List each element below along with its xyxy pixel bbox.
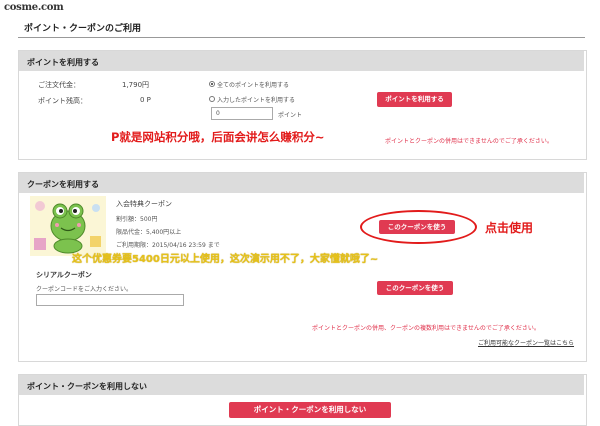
header-divider <box>18 37 585 38</box>
serial-coupon-title: シリアルクーポン <box>36 271 92 279</box>
no-use-button[interactable]: ポイント・クーポンを利用しない <box>229 402 391 418</box>
use-serial-coupon-button[interactable]: このクーポンを使う <box>377 281 453 295</box>
frog-mascot-icon <box>30 196 106 256</box>
use-points-button[interactable]: ポイントを利用する <box>377 92 452 107</box>
coupon-discount: 割引額：500円 <box>116 216 158 223</box>
serial-coupon-prompt: クーポンコードをご入力ください。 <box>36 286 133 293</box>
points-section-title: ポイントを利用する <box>27 58 99 67</box>
annotation-click-to-use: 点击使用 <box>485 221 534 235</box>
points-combination-note: ポイントとクーポンの併用はできませんのでご了承ください。 <box>385 138 553 145</box>
points-input-value: 0 <box>216 110 220 117</box>
coupon-expiry: ご利用期限：2015/04/16 23:59 まで <box>116 242 220 249</box>
serial-coupon-input[interactable] <box>36 294 184 306</box>
no-use-section-title: ポイント・クーポンを利用しない <box>27 382 147 391</box>
coupon-min-amount: 限品代金：5,400円以上 <box>116 229 182 236</box>
annotation-points-note: P就是网站积分哦，后面会讲怎么赚积分~ <box>111 130 325 144</box>
points-section-header: ポイントを利用する <box>19 51 584 71</box>
coupon-section-title: クーポンを利用する <box>27 180 99 189</box>
points-input[interactable]: 0 <box>211 107 273 120</box>
coupon-name: 入会特典クーポン <box>116 200 172 208</box>
available-coupons-link[interactable]: ご利用可能なクーポン一覧はこちら <box>478 338 574 347</box>
coupon-section-header: クーポンを利用する <box>19 173 584 193</box>
option-use-input-label: 入力したポイントを利用する <box>217 97 296 104</box>
no-use-section-header: ポイント・クーポンを利用しない <box>19 375 584 395</box>
order-amount-value: 1,790円 <box>122 81 150 89</box>
point-balance-value: 0 P <box>140 96 151 104</box>
points-unit: ポイント <box>278 112 303 119</box>
page-title: ポイント・クーポンのご利用 <box>24 24 142 34</box>
coupon-image <box>30 196 106 256</box>
order-amount-label: ご注文代金： <box>38 81 80 89</box>
annotation-coupon-note: 这个优惠券要5400日元以上使用，这次演示用不了，大家懂就哦了~ <box>72 254 379 265</box>
option-use-all-label: 全てのポイントを利用する <box>217 82 290 89</box>
site-logo[interactable]: cosme.com <box>4 2 64 13</box>
coupon-combination-note: ポイントとクーポンの併用、クーポンの複数利用はできませんのでご了承ください。 <box>312 325 540 332</box>
radio-use-input-points[interactable] <box>209 96 215 102</box>
use-coupon-button[interactable]: このクーポンを使う <box>379 220 455 234</box>
radio-use-all-points[interactable] <box>209 81 215 87</box>
point-balance-label: ポイント残高： <box>38 97 87 105</box>
